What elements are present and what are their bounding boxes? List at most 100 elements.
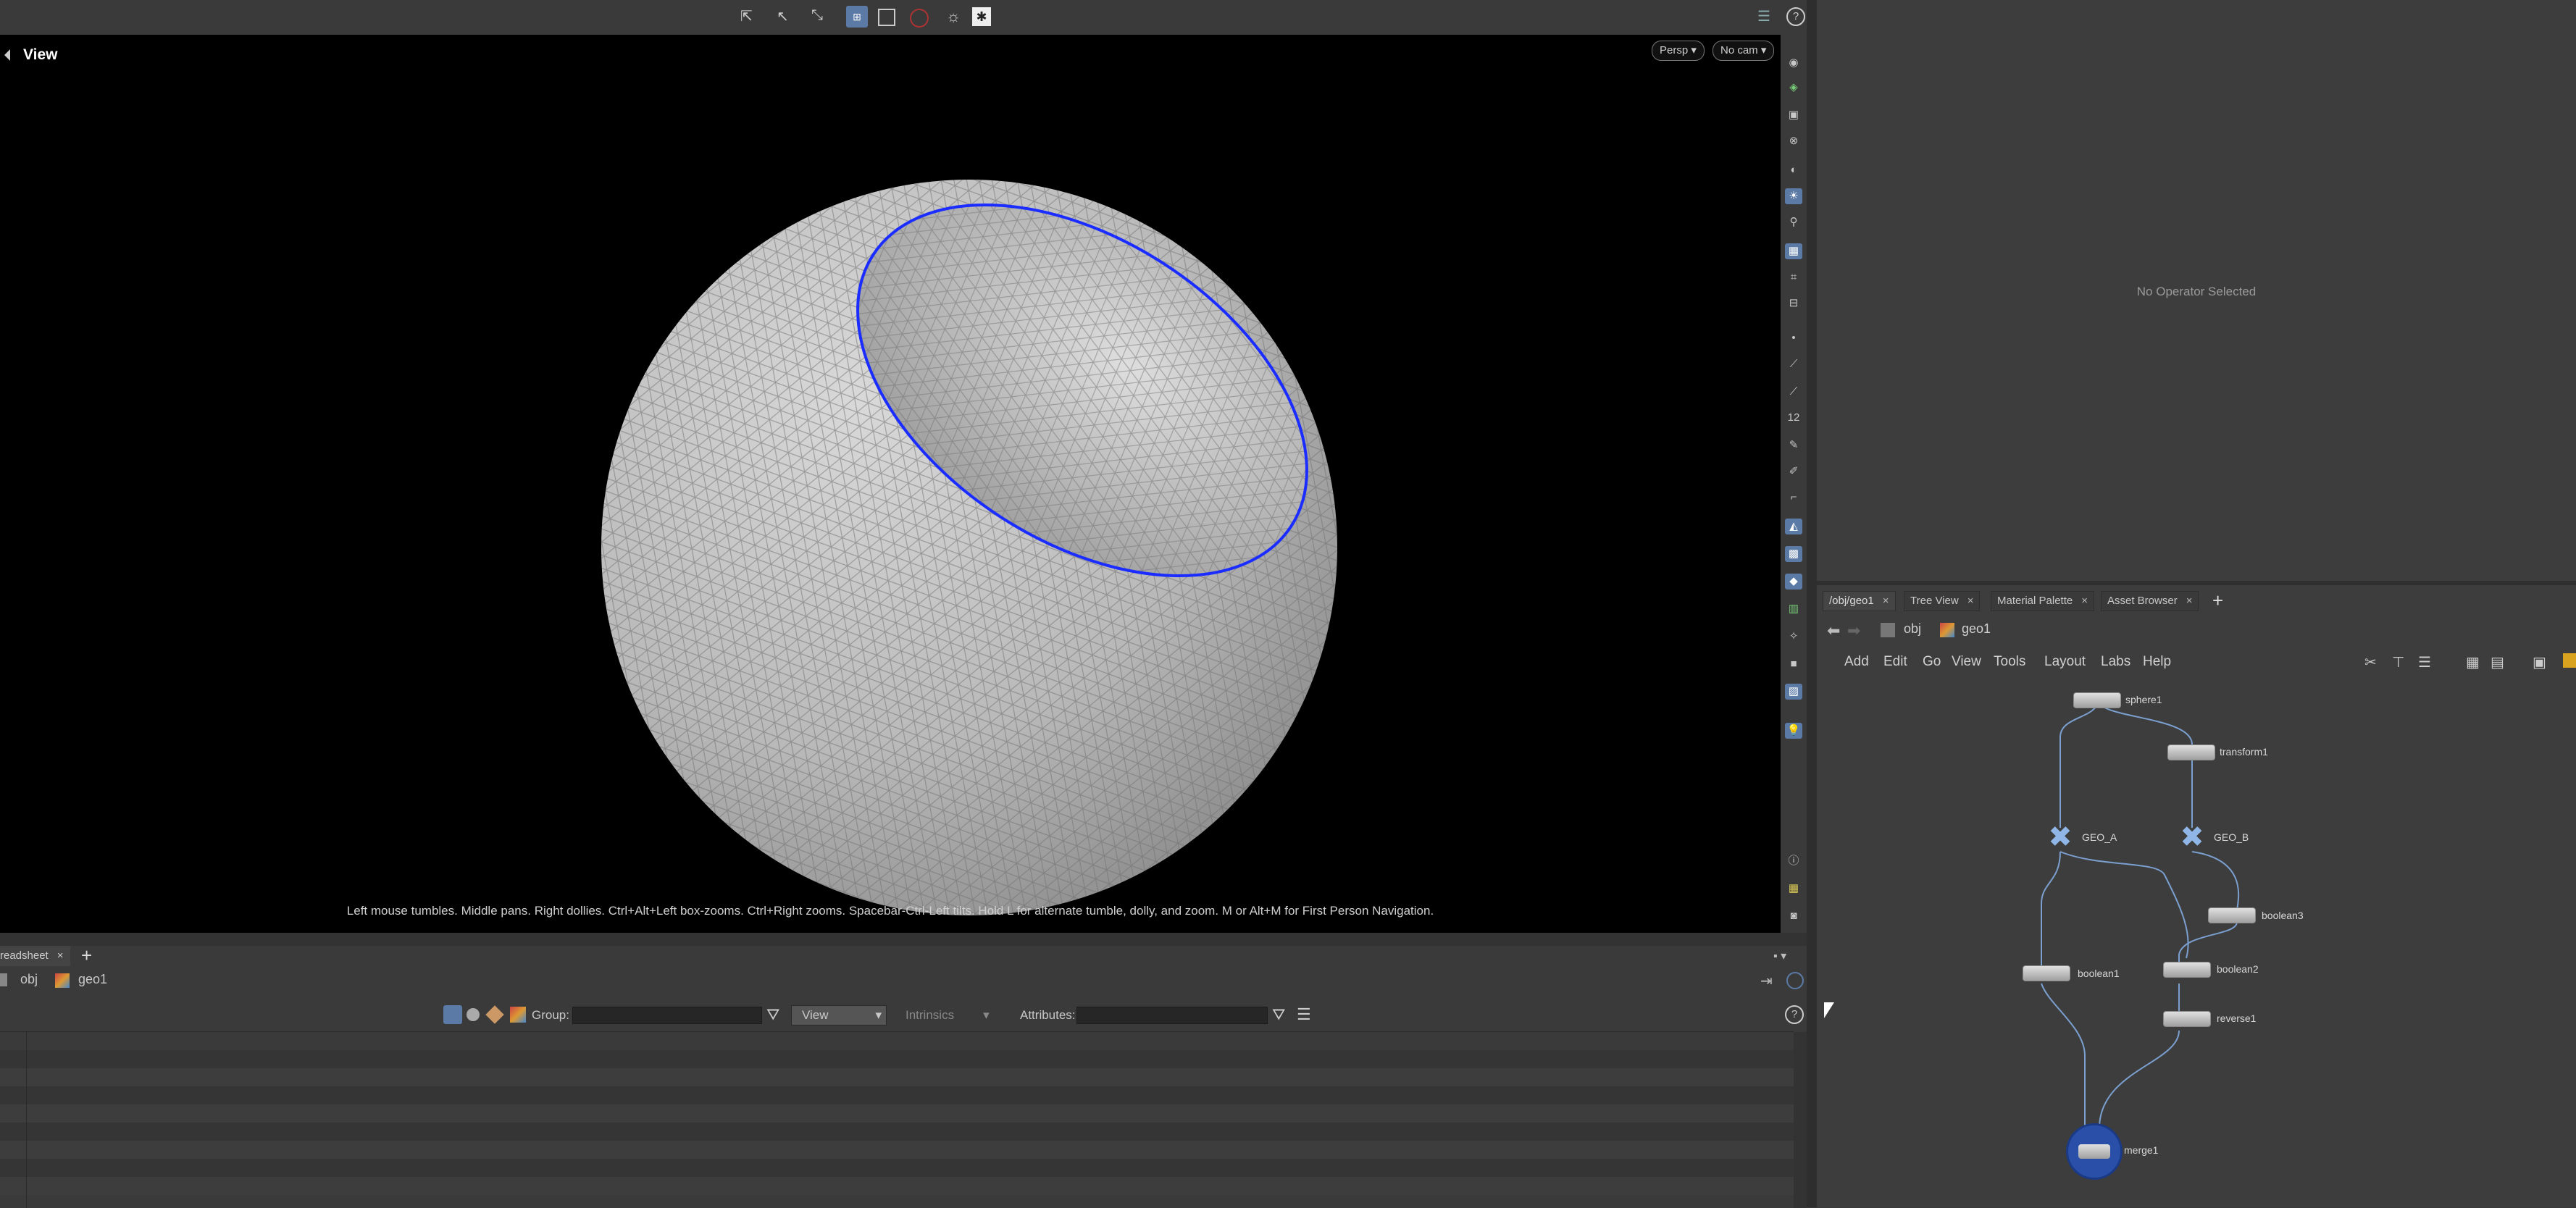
solid-icon[interactable]: ▩ [1785, 546, 1802, 562]
forward-icon[interactable]: ➡ [1847, 621, 1860, 640]
path-geo1[interactable]: geo1 [1962, 621, 1991, 637]
light-bulb-icon[interactable]: 💡 [1785, 723, 1802, 739]
wrench-icon[interactable]: ✂ [2364, 653, 2377, 671]
menu-edit[interactable]: Edit [1883, 654, 1907, 670]
select-tool-icon[interactable]: ⇱ [740, 7, 761, 28]
curve-icon[interactable]: ⌐ [1785, 490, 1802, 506]
scrollbar[interactable] [1794, 1032, 1807, 1208]
menu-help[interactable]: Help [2143, 654, 2171, 670]
snap-tool-icon[interactable] [878, 9, 895, 26]
viewport-eye-icon[interactable]: ◙ [1785, 908, 1802, 924]
wireframe-icon[interactable]: ◭ [1785, 519, 1802, 534]
snap-grid-icon[interactable]: ⌗ [1785, 269, 1802, 285]
path-obj[interactable]: obj [20, 972, 38, 987]
tab-material-palette[interactable]: Material Palette × [1991, 591, 2094, 611]
color-palette-icon[interactable]: ▦ [2466, 653, 2480, 671]
tab-asset-browser[interactable]: Asset Browser × [2101, 591, 2199, 611]
tab-obj-geo1[interactable]: /obj/geo1 × [1823, 591, 1896, 611]
settings-icon[interactable]: ✱ [972, 7, 991, 26]
pin-icon[interactable]: ⇥ [1760, 972, 1773, 990]
filter-icon[interactable]: ⛛ [1272, 1005, 1285, 1024]
attributes-input[interactable] [1076, 1007, 1268, 1024]
node-geo-a[interactable]: ✖ [2043, 823, 2078, 852]
render-icon[interactable]: ☼ [946, 7, 966, 28]
close-icon[interactable]: × [57, 949, 64, 962]
camera-icon[interactable]: ⚲ [1785, 214, 1802, 230]
sticky-note-icon[interactable] [2563, 653, 2576, 668]
node-boolean1[interactable] [2023, 965, 2070, 981]
list-icon[interactable]: ☰ [2418, 653, 2431, 671]
menu-add[interactable]: Add [1844, 654, 1869, 670]
menu-view[interactable]: View [1952, 654, 1981, 670]
cube-icon[interactable]: ■ [1785, 656, 1802, 672]
smooth-shaded-icon[interactable]: ◆ [1785, 574, 1802, 590]
points-mode-icon[interactable] [443, 1005, 462, 1024]
view-tool-icon[interactable]: ⊞ [846, 6, 868, 28]
add-tab-button[interactable]: + [81, 944, 92, 967]
columns-icon[interactable]: ☰ [1297, 1005, 1311, 1024]
path-obj[interactable]: obj [1904, 621, 1921, 637]
3d-viewport[interactable]: View Persp ▾ No cam ▾ Left mouse tumbles… [0, 35, 1781, 933]
background-icon[interactable]: ▦ [1785, 243, 1802, 259]
network-canvas[interactable]: sphere1 transform1 ✖ GEO_A ✖ GEO_B boole… [1817, 687, 2576, 1207]
node-boolean3[interactable] [2208, 907, 2256, 923]
layout-grid-icon[interactable]: ▦ [1785, 881, 1802, 897]
group-input[interactable] [572, 1007, 762, 1024]
pin-icon[interactable]: ⊗ [1785, 133, 1802, 149]
menu-layout[interactable]: Layout [2044, 654, 2086, 670]
help-icon[interactable]: ? [1786, 7, 1805, 26]
tree-icon[interactable]: ⊤ [2392, 653, 2404, 671]
add-tab-button[interactable]: + [2212, 590, 2223, 612]
node-reverse1[interactable] [2163, 1011, 2211, 1027]
close-icon[interactable]: × [2186, 595, 2193, 607]
help-icon[interactable]: ? [1785, 1005, 1804, 1024]
pose-tool-icon[interactable]: ↖ [777, 7, 797, 28]
vector-icon[interactable]: ⟋ [1785, 384, 1802, 400]
filter-icon[interactable]: ⛛ [766, 1005, 779, 1024]
back-icon[interactable]: ⬅ [1827, 621, 1840, 640]
brush-icon[interactable]: ✎ [1785, 437, 1802, 453]
tab-tree-view[interactable]: Tree View × [1904, 591, 1981, 611]
template-icon[interactable]: ▥ [1785, 601, 1802, 617]
detail-mode-icon[interactable] [510, 1007, 526, 1023]
point-icon[interactable]: • [1785, 330, 1802, 346]
paint-icon[interactable]: ✐ [1785, 464, 1802, 479]
pane-layout-icon[interactable]: ☰ [1757, 7, 1778, 28]
point-numbers-icon[interactable]: 12 [1785, 410, 1802, 426]
menu-labs[interactable]: Labs [2101, 654, 2130, 670]
node-transform1[interactable] [2167, 744, 2215, 760]
pane-splitter[interactable] [1807, 0, 1817, 1207]
vertices-mode-icon[interactable] [467, 1008, 480, 1021]
close-icon[interactable]: × [2081, 595, 2088, 607]
shape-palette-icon[interactable]: ▤ [2491, 653, 2504, 671]
pane-splitter-bottom[interactable] [0, 933, 1807, 946]
eye-icon[interactable]: ◉ [1785, 55, 1802, 71]
light-icon[interactable]: ☀ [1785, 188, 1802, 204]
normal-icon[interactable]: ⟋ [1785, 356, 1802, 372]
grid-options-icon[interactable]: ▣ [2533, 653, 2546, 671]
tab-spreadsheet[interactable]: readsheet × [0, 946, 71, 966]
sticky-icon[interactable]: ✧ [1785, 629, 1802, 645]
lock-icon[interactable]: ▣ [1785, 107, 1802, 123]
handle-tool-icon[interactable]: ⤡ [811, 7, 832, 28]
menu-go[interactable]: Go [1923, 654, 1941, 670]
pane-menu-icon[interactable]: ▪ ▾ [1773, 949, 1786, 963]
close-icon[interactable]: × [1967, 595, 1974, 607]
info-icon[interactable]: ⓘ [1785, 853, 1802, 869]
menu-tools[interactable]: Tools [1994, 654, 2025, 670]
node-sphere1[interactable] [2073, 692, 2121, 708]
primitives-mode-icon[interactable] [485, 1005, 504, 1024]
record-icon[interactable] [910, 9, 929, 28]
shading-icon[interactable]: ◐ [1785, 162, 1802, 178]
ghost-icon[interactable]: ◈ [1785, 80, 1802, 96]
path-geo1[interactable]: geo1 [78, 972, 107, 987]
link-icon[interactable] [1786, 972, 1804, 989]
node-geo-b[interactable]: ✖ [2175, 823, 2209, 852]
image-plane-icon[interactable]: ▨ [1785, 684, 1802, 700]
intrinsics-dropdown[interactable]: Intrinsics ▾ [906, 1008, 990, 1023]
view-dropdown[interactable]: View ▾ [791, 1005, 887, 1025]
node-boolean2[interactable] [2163, 962, 2211, 978]
construction-plane-icon[interactable]: ⊟ [1785, 295, 1802, 311]
node-merge1[interactable] [2066, 1123, 2123, 1180]
close-icon[interactable]: × [1883, 595, 1889, 607]
